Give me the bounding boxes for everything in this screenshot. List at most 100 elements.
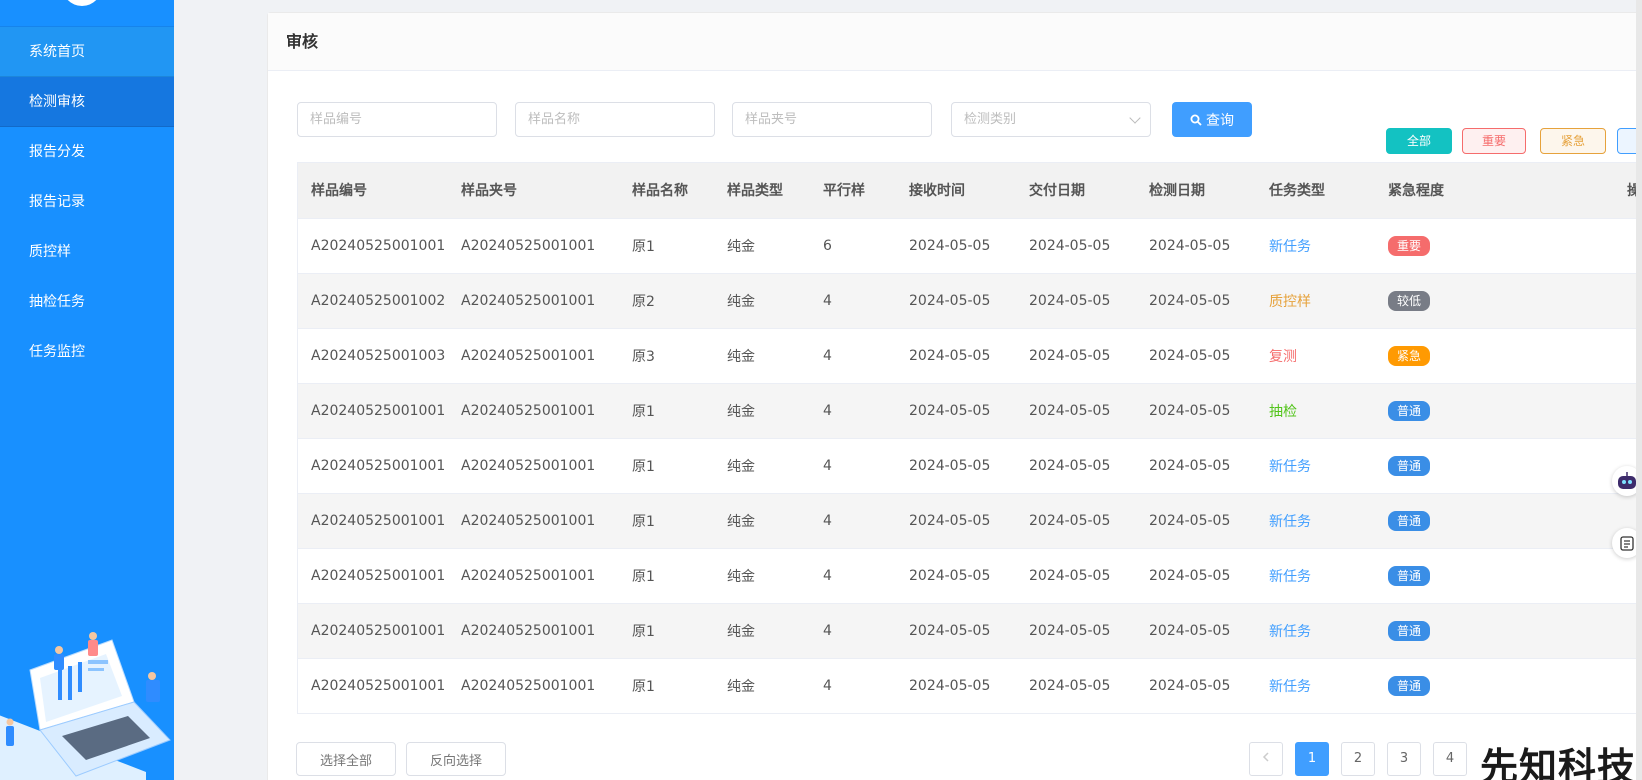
cell-sample-type: 纯金 bbox=[714, 548, 810, 604]
cell-sample-name: 原3 bbox=[619, 328, 714, 384]
cell-sample-name: 原1 bbox=[619, 438, 714, 494]
col-header-test-date: 检测日期 bbox=[1136, 163, 1256, 219]
table-row[interactable]: A20240525001001 A20240525001001 原1 纯金 4 2024-… bbox=[298, 548, 1642, 604]
page-3-button[interactable]: 3 bbox=[1387, 742, 1421, 776]
tag-important[interactable]: 重要 bbox=[1462, 128, 1526, 154]
sample-no-input[interactable] bbox=[297, 102, 497, 137]
sidebar-item-qc-sample[interactable]: 质控样 bbox=[0, 227, 174, 277]
cell-sample-name: 原1 bbox=[619, 218, 714, 274]
sidebar-item-spot-check[interactable]: 抽检任务 bbox=[0, 277, 174, 327]
tag-all[interactable]: 全部 bbox=[1386, 128, 1452, 154]
page-2-button[interactable]: 2 bbox=[1341, 742, 1375, 776]
prev-page-button[interactable] bbox=[1249, 742, 1283, 776]
query-button[interactable]: 查询 bbox=[1172, 102, 1252, 137]
col-header-sample-name: 样品名称 bbox=[619, 163, 714, 219]
cell-action: ›审核 bbox=[1567, 273, 1642, 329]
cell-task-type: 质控样 bbox=[1256, 273, 1375, 329]
page-4-button[interactable]: 4 bbox=[1433, 742, 1467, 776]
cell-sample-name: 原1 bbox=[619, 603, 714, 659]
task-type-text: 新任务 bbox=[1269, 458, 1311, 475]
cell-receive-time: 2024-05-05 bbox=[896, 383, 1016, 439]
sidebar-item-test-review[interactable]: 检测审核 bbox=[0, 77, 174, 127]
sidebar-item-task-monitor[interactable]: 任务监控 bbox=[0, 327, 174, 377]
task-type-text: 新任务 bbox=[1269, 678, 1311, 695]
cell-action: ›审核 bbox=[1567, 328, 1642, 384]
sample-name-input[interactable] bbox=[515, 102, 715, 137]
cell-task-type: 新任务 bbox=[1256, 658, 1375, 714]
sidebar-item-report-distribution[interactable]: 报告分发 bbox=[0, 127, 174, 177]
brand-watermark: 先知科技 bbox=[1480, 745, 1637, 780]
tag-urgent[interactable]: 紧急 bbox=[1540, 128, 1606, 154]
sidebar: 系统首页 检测审核 报告分发 报告记录 质控样 抽检任务 任务监控 bbox=[0, 0, 174, 780]
task-type-text: 新任务 bbox=[1269, 568, 1311, 585]
cell-urgency: 紧急 bbox=[1375, 328, 1567, 384]
cell-receive-time: 2024-05-05 bbox=[896, 603, 1016, 659]
cell-sample-no: A20240525001001 bbox=[298, 493, 448, 549]
cell-receive-time: 2024-05-05 bbox=[896, 273, 1016, 329]
query-button-label: 查询 bbox=[1206, 111, 1234, 128]
logo bbox=[62, 0, 102, 6]
cell-parallel: 4 bbox=[810, 603, 896, 659]
cell-test-date: 2024-05-05 bbox=[1136, 218, 1256, 274]
cell-deliver-date: 2024-05-05 bbox=[1016, 328, 1136, 384]
review-table: 样品编号 样品夹号 样品名称 样品类型 平行样 接收时间 交付日期 检测日期 任… bbox=[297, 162, 1642, 714]
task-type-text: 抽检 bbox=[1269, 403, 1297, 420]
table-row[interactable]: A20240525001002 A20240525001001 原2 纯金 4 2024-… bbox=[298, 273, 1642, 329]
cell-test-date: 2024-05-05 bbox=[1136, 548, 1256, 604]
cell-sample-type: 纯金 bbox=[714, 438, 810, 494]
cell-sample-clip: A20240525001001 bbox=[448, 603, 619, 659]
cell-parallel: 4 bbox=[810, 438, 896, 494]
sidebar-item-home[interactable]: 系统首页 bbox=[0, 27, 174, 77]
table-row[interactable]: A20240525001001 A20240525001001 原1 纯金 4 2024-… bbox=[298, 658, 1642, 714]
cell-receive-time: 2024-05-05 bbox=[896, 548, 1016, 604]
chevron-left-icon bbox=[1262, 752, 1269, 762]
cell-receive-time: 2024-05-05 bbox=[896, 658, 1016, 714]
page-1-button[interactable]: 1 bbox=[1295, 742, 1329, 776]
test-type-select[interactable] bbox=[951, 102, 1151, 137]
cell-receive-time: 2024-05-05 bbox=[896, 493, 1016, 549]
cell-task-type: 新任务 bbox=[1256, 218, 1375, 274]
test-type-select-input[interactable] bbox=[951, 102, 1151, 137]
table-row[interactable]: A20240525001001 A20240525001001 原1 纯金 4 2024-… bbox=[298, 383, 1642, 439]
urgency-badge: 普通 bbox=[1388, 675, 1431, 696]
table-row[interactable]: A20240525001001 A20240525001001 原1 纯金 4 2024-… bbox=[298, 603, 1642, 659]
search-icon bbox=[1190, 114, 1202, 126]
cell-test-date: 2024-05-05 bbox=[1136, 658, 1256, 714]
col-header-sample-type: 样品类型 bbox=[714, 163, 810, 219]
cell-action: ›审核 bbox=[1567, 383, 1642, 439]
urgency-badge: 普通 bbox=[1388, 565, 1431, 586]
col-header-deliver-date: 交付日期 bbox=[1016, 163, 1136, 219]
cell-urgency: 普通 bbox=[1375, 548, 1567, 604]
table-row[interactable]: A20240525001001 A20240525001001 原1 纯金 4 2024-… bbox=[298, 438, 1642, 494]
cell-task-type: 新任务 bbox=[1256, 603, 1375, 659]
cell-sample-no: A20240525001001 bbox=[298, 383, 448, 439]
cell-parallel: 4 bbox=[810, 383, 896, 439]
cell-task-type: 新任务 bbox=[1256, 548, 1375, 604]
sample-clip-input[interactable] bbox=[732, 102, 932, 137]
table-row[interactable]: A20240525001001 A20240525001001 原1 纯金 6 2024-… bbox=[298, 218, 1642, 274]
col-header-task-type: 任务类型 bbox=[1256, 163, 1375, 219]
task-type-text: 复测 bbox=[1269, 348, 1297, 365]
cell-sample-clip: A20240525001001 bbox=[448, 383, 619, 439]
robot-icon bbox=[1618, 472, 1636, 489]
select-all-button[interactable]: 选择全部 bbox=[296, 742, 396, 776]
cell-test-date: 2024-05-05 bbox=[1136, 383, 1256, 439]
cell-receive-time: 2024-05-05 bbox=[896, 218, 1016, 274]
cell-sample-name: 原1 bbox=[619, 383, 714, 439]
cell-test-date: 2024-05-05 bbox=[1136, 493, 1256, 549]
cell-deliver-date: 2024-05-05 bbox=[1016, 383, 1136, 439]
page-scrollbar[interactable] bbox=[1636, 0, 1642, 780]
cell-deliver-date: 2024-05-05 bbox=[1016, 603, 1136, 659]
sidebar-item-report-records[interactable]: 报告记录 bbox=[0, 177, 174, 227]
cell-sample-type: 纯金 bbox=[714, 273, 810, 329]
urgency-badge: 普通 bbox=[1388, 455, 1431, 476]
cell-sample-no: A20240525001001 bbox=[298, 438, 448, 494]
cell-sample-no: A20240525001003 bbox=[298, 328, 448, 384]
cell-sample-type: 纯金 bbox=[714, 658, 810, 714]
invert-select-button[interactable]: 反向选择 bbox=[406, 742, 506, 776]
table-row[interactable]: A20240525001001 A20240525001001 原1 纯金 4 2024-… bbox=[298, 493, 1642, 549]
urgency-badge: 重要 bbox=[1388, 235, 1431, 256]
col-header-parallel: 平行样 bbox=[810, 163, 896, 219]
table-row[interactable]: A20240525001003 A20240525001001 原3 纯金 4 2024-… bbox=[298, 328, 1642, 384]
task-type-text: 新任务 bbox=[1269, 513, 1311, 530]
